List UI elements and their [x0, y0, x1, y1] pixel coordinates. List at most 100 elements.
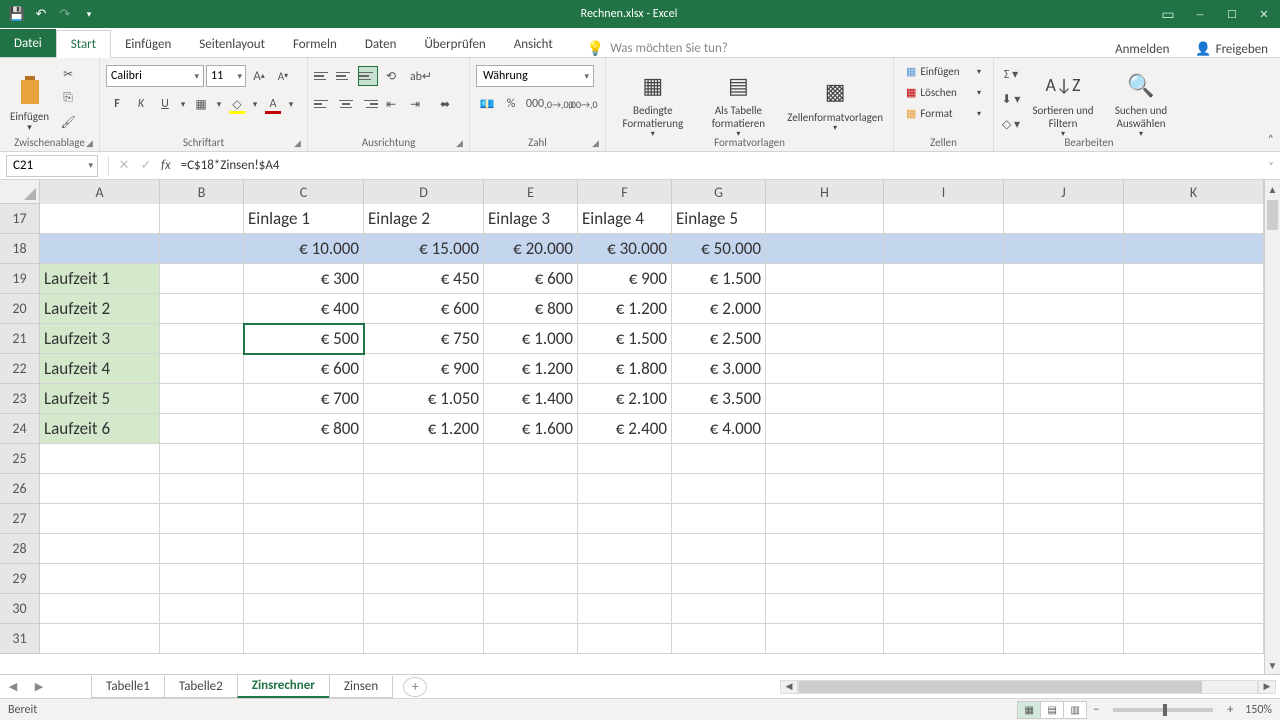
cell-D18[interactable]: € 15.000 — [364, 234, 484, 264]
cell-G25[interactable] — [672, 444, 766, 474]
cell-J31[interactable] — [1004, 624, 1124, 654]
cell-J20[interactable] — [1004, 294, 1124, 324]
save-icon[interactable]: 💾 — [8, 5, 26, 23]
cell-F17[interactable]: Einlage 4 — [578, 204, 672, 234]
collapse-ribbon-icon[interactable]: ˄ — [1268, 133, 1274, 147]
cell-B30[interactable] — [160, 594, 244, 624]
scroll-up-icon[interactable]: ▲ — [1265, 180, 1280, 198]
maximize-icon[interactable]: ☐ — [1216, 0, 1248, 28]
font-color-icon[interactable]: A — [262, 93, 284, 115]
cell-F31[interactable] — [578, 624, 672, 654]
font-name-combo[interactable]: Calibri — [106, 65, 204, 87]
cell-J24[interactable] — [1004, 414, 1124, 444]
row-header-27[interactable]: 27 — [0, 504, 40, 534]
cell-I26[interactable] — [884, 474, 1004, 504]
cell-D26[interactable] — [364, 474, 484, 504]
share-button[interactable]: 👤 Freigeben — [1183, 42, 1280, 57]
cell-A20[interactable]: Laufzeit 2 — [40, 294, 160, 324]
enter-formula-icon[interactable]: ✓ — [135, 155, 157, 177]
align-bottom-icon[interactable] — [358, 66, 378, 86]
cell-K29[interactable] — [1124, 564, 1264, 594]
tab-insert[interactable]: Einfügen — [111, 31, 185, 57]
italic-button[interactable]: K — [130, 93, 152, 115]
cell-C22[interactable]: € 600 — [244, 354, 364, 384]
row-header-26[interactable]: 26 — [0, 474, 40, 504]
cell-A21[interactable]: Laufzeit 3 — [40, 324, 160, 354]
cell-F28[interactable] — [578, 534, 672, 564]
hscroll-left-icon[interactable]: ◀ — [780, 680, 798, 694]
cell-D21[interactable]: € 750 — [364, 324, 484, 354]
cell-K20[interactable] — [1124, 294, 1264, 324]
cell-G19[interactable]: € 1.500 — [672, 264, 766, 294]
row-header-21[interactable]: 21 — [0, 324, 40, 354]
cell-B29[interactable] — [160, 564, 244, 594]
cell-J19[interactable] — [1004, 264, 1124, 294]
signin-link[interactable]: Anmelden — [1101, 42, 1183, 57]
cell-I20[interactable] — [884, 294, 1004, 324]
cell-K21[interactable] — [1124, 324, 1264, 354]
cell-B17[interactable] — [160, 204, 244, 234]
cell-F26[interactable] — [578, 474, 672, 504]
cell-C18[interactable]: € 10.000 — [244, 234, 364, 264]
cell-A19[interactable]: Laufzeit 1 — [40, 264, 160, 294]
cell-C27[interactable] — [244, 504, 364, 534]
borders-icon[interactable]: ▦ — [190, 93, 212, 115]
orientation-icon[interactable]: ⟲ — [380, 65, 402, 87]
cell-B20[interactable] — [160, 294, 244, 324]
insert-cells-button[interactable]: ▦Einfügen▾ — [900, 63, 987, 80]
cell-B18[interactable] — [160, 234, 244, 264]
cell-D27[interactable] — [364, 504, 484, 534]
copy-icon[interactable]: ⎘ — [57, 87, 79, 109]
cell-I21[interactable] — [884, 324, 1004, 354]
row-header-18[interactable]: 18 — [0, 234, 40, 264]
cell-E27[interactable] — [484, 504, 578, 534]
cell-H24[interactable] — [766, 414, 884, 444]
sheet-tab-zinsrechner[interactable]: Zinsrechner — [237, 675, 330, 698]
cell-I27[interactable] — [884, 504, 1004, 534]
cell-B26[interactable] — [160, 474, 244, 504]
delete-cells-button[interactable]: ▦Löschen▾ — [900, 84, 987, 101]
cell-E19[interactable]: € 600 — [484, 264, 578, 294]
cell-B22[interactable] — [160, 354, 244, 384]
column-header-F[interactable]: F — [578, 180, 672, 204]
cell-E23[interactable]: € 1.400 — [484, 384, 578, 414]
view-normal-icon[interactable]: ▦ — [1017, 701, 1041, 719]
view-page-break-icon[interactable]: ▥ — [1063, 701, 1087, 719]
cell-A22[interactable]: Laufzeit 4 — [40, 354, 160, 384]
cell-H19[interactable] — [766, 264, 884, 294]
column-header-K[interactable]: K — [1124, 180, 1264, 204]
cell-K24[interactable] — [1124, 414, 1264, 444]
name-box[interactable]: C21 — [6, 155, 98, 177]
cell-F20[interactable]: € 1.200 — [578, 294, 672, 324]
cell-G17[interactable]: Einlage 5 — [672, 204, 766, 234]
cell-J18[interactable] — [1004, 234, 1124, 264]
cell-J27[interactable] — [1004, 504, 1124, 534]
row-header-29[interactable]: 29 — [0, 564, 40, 594]
cell-H31[interactable] — [766, 624, 884, 654]
font-size-combo[interactable]: 11 — [206, 65, 246, 87]
column-header-I[interactable]: I — [884, 180, 1004, 204]
zoom-slider[interactable] — [1113, 708, 1213, 712]
cell-B24[interactable] — [160, 414, 244, 444]
comma-format-icon[interactable]: 000 — [524, 93, 546, 115]
cell-J29[interactable] — [1004, 564, 1124, 594]
column-header-B[interactable]: B — [160, 180, 244, 204]
fill-icon[interactable]: ⬇ ▾ — [1000, 88, 1022, 110]
cell-A17[interactable] — [40, 204, 160, 234]
align-top-icon[interactable] — [314, 66, 334, 86]
cell-K22[interactable] — [1124, 354, 1264, 384]
cell-A25[interactable] — [40, 444, 160, 474]
cell-E24[interactable]: € 1.600 — [484, 414, 578, 444]
cell-C28[interactable] — [244, 534, 364, 564]
cell-C24[interactable]: € 800 — [244, 414, 364, 444]
sheet-tab-tabelle2[interactable]: Tabelle2 — [164, 676, 238, 698]
percent-format-icon[interactable]: % — [500, 93, 522, 115]
dialog-launcher-icon[interactable]: ◢ — [592, 138, 602, 148]
cell-K23[interactable] — [1124, 384, 1264, 414]
cell-H28[interactable] — [766, 534, 884, 564]
row-header-25[interactable]: 25 — [0, 444, 40, 474]
cell-F30[interactable] — [578, 594, 672, 624]
cell-F27[interactable] — [578, 504, 672, 534]
number-format-combo[interactable]: Währung — [476, 65, 594, 87]
cell-J22[interactable] — [1004, 354, 1124, 384]
